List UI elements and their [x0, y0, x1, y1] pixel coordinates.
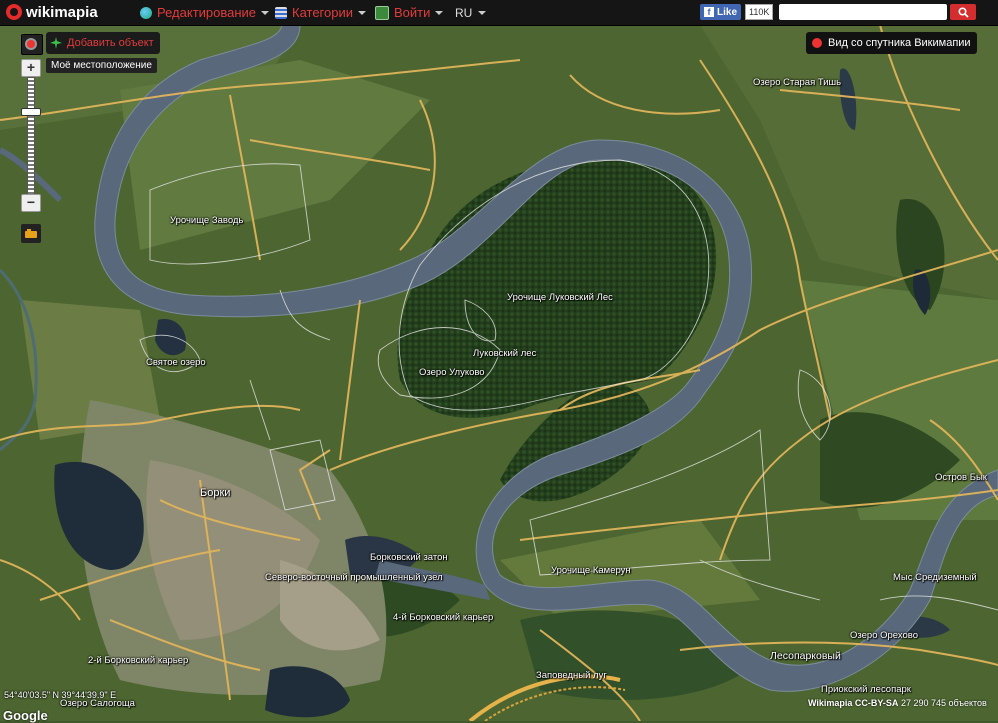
- globe-icon: [140, 6, 152, 19]
- place-label[interactable]: Заповедный луг: [536, 670, 607, 681]
- facebook-like-button[interactable]: f Like: [700, 4, 742, 20]
- place-label[interactable]: 2-й Борковский карьер: [88, 655, 188, 666]
- zoom-slider-thumb[interactable]: [21, 108, 41, 117]
- place-label[interactable]: Северо-восточный промышленный узел: [265, 572, 443, 583]
- place-label[interactable]: Приокский лесопарк: [821, 684, 911, 695]
- place-label[interactable]: Остров Бык: [935, 472, 987, 483]
- list-icon: [275, 6, 287, 19]
- zoom-out-button[interactable]: −: [21, 194, 41, 212]
- menu-edit-label: Редактирование: [157, 5, 257, 20]
- facebook-like-label: Like: [717, 6, 738, 18]
- chevron-down-icon: [478, 10, 487, 15]
- my-location-label[interactable]: Моё местоположение: [46, 58, 157, 73]
- search-input[interactable]: [779, 4, 947, 20]
- place-label[interactable]: Мыс Средиземный: [893, 572, 977, 583]
- layers-icon: [25, 228, 37, 238]
- search-button[interactable]: [950, 4, 976, 20]
- facebook-icon: f: [704, 7, 714, 17]
- login-icon: [375, 5, 389, 20]
- place-label[interactable]: Урочище Заводь: [170, 215, 243, 226]
- zoom-control: + −: [21, 59, 41, 214]
- zoom-slider-track[interactable]: [27, 77, 35, 197]
- object-count: 27 290 745 объектов: [900, 698, 987, 708]
- add-object-label: Добавить объект: [67, 37, 154, 49]
- place-label[interactable]: Озеро Улуково: [419, 367, 485, 378]
- layers-button[interactable]: [21, 224, 41, 243]
- credit-brand[interactable]: Wikimapia CC-BY-SA: [808, 698, 898, 708]
- wikimapia-logo[interactable]: wikimapia: [6, 2, 98, 22]
- language-label: RU: [455, 5, 473, 20]
- coordinates-readout: 54°40'03.5" N 39°44'39.9" E: [4, 690, 117, 700]
- wikimapia-logo-icon: [6, 4, 22, 20]
- satellite-icon: [812, 38, 822, 48]
- facebook-like[interactable]: f Like 110K: [700, 4, 774, 20]
- menu-categories-label: Категории: [292, 5, 353, 20]
- menu-login-label: Войти: [394, 5, 431, 20]
- place-label[interactable]: Лесопарковый: [770, 650, 841, 662]
- chevron-down-icon: [435, 10, 444, 15]
- satellite-view-button[interactable]: Вид со спутника Викимапии: [806, 32, 977, 54]
- place-label[interactable]: Борки: [200, 487, 230, 499]
- chevron-down-icon: [261, 10, 270, 15]
- zoom-in-button[interactable]: +: [21, 59, 41, 77]
- place-label[interactable]: Урочище Луковский Лес: [507, 292, 613, 303]
- search-icon: [957, 6, 969, 18]
- place-label[interactable]: Озеро Старая Тишь: [753, 77, 841, 88]
- record-button[interactable]: [21, 34, 43, 55]
- place-label[interactable]: Озеро Орехово: [850, 630, 918, 641]
- menu-login[interactable]: Войти: [375, 3, 444, 22]
- menu-edit[interactable]: Редактирование: [140, 3, 270, 22]
- place-label[interactable]: 4-й Борковский карьер: [393, 612, 493, 623]
- chevron-down-icon: [358, 10, 366, 15]
- place-label[interactable]: Святое озеро: [146, 357, 206, 368]
- logo-text: wikimapia: [26, 3, 98, 21]
- place-label[interactable]: Борковский затон: [370, 552, 448, 563]
- place-label[interactable]: Луковский лес: [473, 348, 536, 359]
- language-selector[interactable]: RU: [455, 3, 487, 22]
- place-label[interactable]: Урочище Камерун: [551, 565, 631, 576]
- satellite-view-label: Вид со спутника Викимапии: [828, 37, 971, 49]
- add-object-icon: [50, 37, 62, 49]
- top-bar: wikimapia Редактирование Категории Войти…: [0, 0, 998, 26]
- facebook-like-count: 110K: [745, 4, 774, 20]
- add-object-button[interactable]: Добавить объект: [46, 32, 160, 54]
- menu-categories[interactable]: Категории: [275, 3, 366, 22]
- map-credit: Wikimapia CC-BY-SA 27 290 745 объектов: [808, 698, 987, 708]
